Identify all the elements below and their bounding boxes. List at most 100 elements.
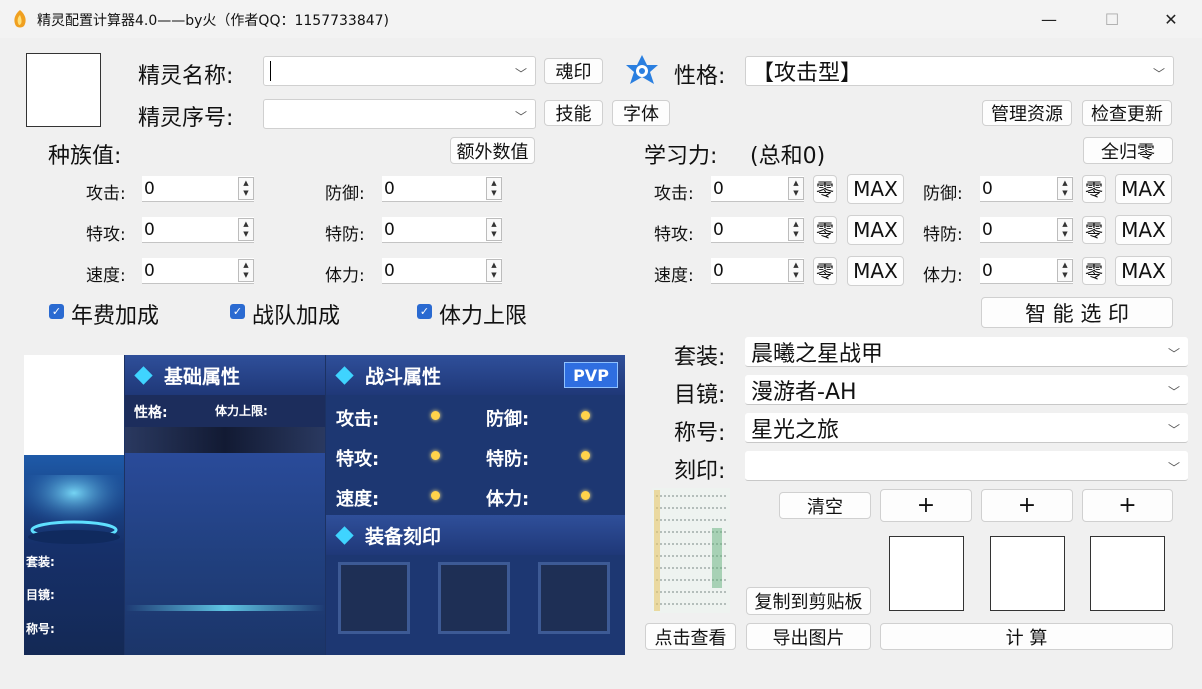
learn-speed-spin[interactable]: 0 ▲ ▼ [711,258,804,284]
learn-defense-spin[interactable]: 0 ▲ ▼ [980,176,1073,202]
spatk-dot-icon [431,451,440,460]
engrave-slot-3 [538,562,610,634]
chevron-down-icon: ﹀ [1167,347,1180,361]
learn-hp-label: 体力: [923,266,963,286]
pedestal-icon [24,475,124,544]
engrave-slot-1 [338,562,410,634]
learn-defense-max-button[interactable]: MAX [1115,174,1172,204]
base-hp-spin[interactable]: 0 ▲ ▼ [382,258,502,284]
goggles-combo[interactable]: 漫游者-AH ﹀ [745,375,1188,405]
nature-combo[interactable]: 【攻击型】 ﹀ [745,56,1174,86]
close-button[interactable]: ✕ [1140,0,1202,38]
card-title-label: 称号: [26,622,55,636]
engrave-combo[interactable]: ﹀ [745,451,1188,481]
diamond-icon [335,365,354,385]
learn-spatk-spin[interactable]: 0 ▲ ▼ [711,217,804,243]
learn-attack-max-button[interactable]: MAX [847,174,904,204]
window-title: 精灵配置计算器4.0——by火（作者QQ：1157733847) [37,13,390,29]
base-attack-spin[interactable]: 0 ▲ ▼ [142,176,254,202]
base-speed-spin[interactable]: 0 ▲ ▼ [142,258,254,284]
suit-label: 套装: [674,345,726,370]
calculate-button[interactable]: 计 算 [880,623,1173,650]
learn-spatk-label: 特攻: [654,225,694,245]
basic-attr-title: 基础属性 [164,365,241,388]
annual-bonus-checkbox[interactable]: ✓ [49,304,64,319]
view-button[interactable]: 点击查看 [645,623,736,650]
skill-button[interactable]: 技能 [544,100,603,126]
slot-3-box [1090,536,1165,611]
learn-spdef-zero-button[interactable]: 零 [1082,216,1106,244]
base-spatk-spin[interactable]: 0 ▲ ▼ [142,217,254,243]
learn-speed-max-button[interactable]: MAX [847,256,904,286]
base-spdef-spin[interactable]: 0 ▲ ▼ [382,217,502,243]
learn-attack-spin[interactable]: 0 ▲ ▼ [711,176,804,202]
learn-spdef-label: 特防: [923,225,963,245]
copy-clipboard-button[interactable]: 复制到剪贴板 [746,587,871,615]
learn-hp-spin[interactable]: 0 ▲ ▼ [980,258,1073,284]
chevron-down-icon: ﹀ [514,110,527,124]
slot-2-box [990,536,1065,611]
learn-spdef-max-button[interactable]: MAX [1115,215,1172,245]
card-spatk-label: 特攻: [336,449,380,470]
name-combo[interactable]: ﹀ [263,56,536,86]
learn-hp-zero-button[interactable]: 零 [1082,257,1106,285]
base-hp-label: 体力: [325,266,365,286]
minimize-button[interactable]: — [1018,0,1080,38]
soul-button[interactable]: 魂印 [544,58,603,84]
pvp-badge: PVP [564,362,618,388]
add-slot-2-button[interactable]: + [981,489,1073,522]
learn-speed-label: 速度: [654,266,694,286]
title-combo[interactable]: 星光之旅 ﹀ [745,413,1188,443]
attack-dot-icon [431,411,440,420]
diamond-icon [335,525,354,545]
team-bonus-checkbox[interactable]: ✓ [230,304,245,319]
add-slot-1-button[interactable]: + [880,489,972,522]
chevron-down-icon: ﹀ [1167,461,1180,475]
learn-defense-label: 防御: [923,184,963,204]
check-update-button[interactable]: 检查更新 [1082,100,1172,126]
equip-engrave-header: 装备刻印 [326,515,625,555]
avatar-box [26,53,101,127]
index-label: 精灵序号: [138,106,234,131]
slot-1-box [889,536,964,611]
reset-all-button[interactable]: 全归零 [1083,137,1173,164]
learn-speed-zero-button[interactable]: 零 [813,257,837,285]
index-combo[interactable]: ﹀ [263,99,536,129]
battle-attr-title: 战斗属性 [365,365,442,388]
add-slot-3-button[interactable]: + [1082,489,1173,522]
basic-attr-header: 基础属性 [125,355,325,395]
manage-resources-button[interactable]: 管理资源 [982,100,1072,126]
suit-combo[interactable]: 晨曦之星战甲 ﹀ [745,337,1188,367]
smart-select-button[interactable]: 智 能 选 印 [981,297,1173,328]
base-defense-spin[interactable]: 0 ▲ ▼ [382,176,502,202]
learn-total: (总和0) [750,144,826,169]
chevron-down-icon: ﹀ [1167,423,1180,437]
base-speed-label: 速度: [86,266,126,286]
maximize-button[interactable]: ☐ [1081,0,1143,38]
learn-spdef-spin[interactable]: 0 ▲ ▼ [980,217,1073,243]
name-label: 精灵名称: [138,64,234,89]
learn-defense-zero-button[interactable]: 零 [1082,175,1106,203]
clear-button[interactable]: 清空 [779,492,871,519]
base-spdef-label: 特防: [325,225,365,245]
learn-spatk-zero-button[interactable]: 零 [813,216,837,244]
card-defense-label: 防御: [486,409,530,430]
card-hp-label: 体力: [486,489,530,510]
base-attack-label: 攻击: [86,184,126,204]
export-image-button[interactable]: 导出图片 [746,623,871,650]
learn-hp-max-button[interactable]: MAX [1115,256,1172,286]
learn-spatk-max-button[interactable]: MAX [847,215,904,245]
engrave-slot-2 [438,562,510,634]
chevron-down-icon: ﹀ [514,67,527,81]
card-hp-limit-label: 体力上限: [215,404,268,418]
defense-dot-icon [581,411,590,420]
card-attack-label: 攻击: [336,409,380,430]
app-icon [14,10,26,28]
extra-values-button[interactable]: 额外数值 [450,137,535,164]
learn-attack-zero-button[interactable]: 零 [813,175,837,203]
font-button[interactable]: 字体 [612,100,670,126]
hp-limit-checkbox[interactable]: ✓ [417,304,432,319]
learn-attack-label: 攻击: [654,184,694,204]
preview-thumbnail [652,488,730,613]
nature-label: 性格: [674,64,726,89]
